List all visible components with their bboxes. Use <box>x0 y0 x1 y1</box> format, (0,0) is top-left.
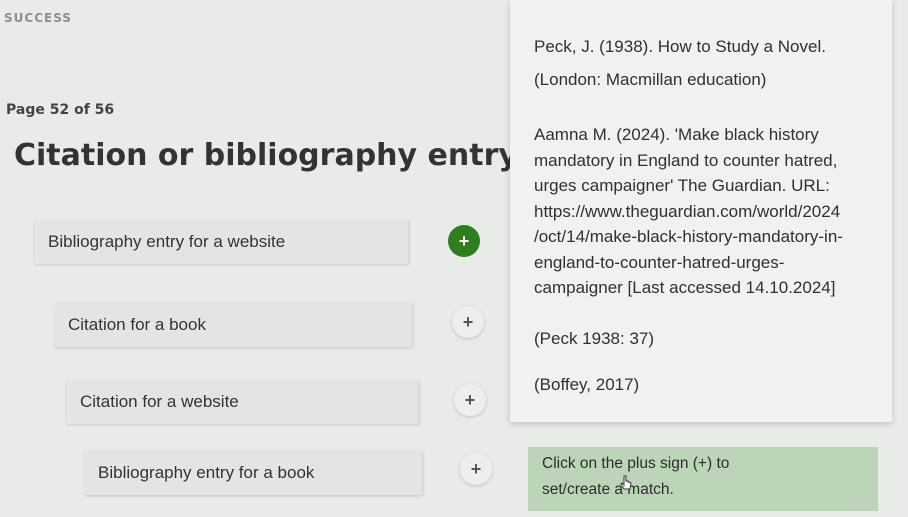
answer-line: campaigner [Last accessed 14.10.2024] <box>534 278 836 297</box>
answer-line: mandatory in England to counter hatred, <box>534 150 838 170</box>
answer-peck-bibliography[interactable]: Peck, J. (1938). How to Study a Novel. (… <box>534 34 826 92</box>
answer-line: england-to-counter-hatred-urges- <box>534 252 785 272</box>
plus-button-citation-website[interactable]: + <box>454 384 486 416</box>
row-label: Citation for a website <box>80 392 239 411</box>
row-label: Citation for a book <box>68 315 206 334</box>
row-label: Bibliography entry for a website <box>48 232 286 251</box>
answer-line: (Boffey, 2017) <box>534 375 640 394</box>
instruction-line-1: Click on the plus sign (+) to <box>542 455 730 472</box>
plus-button-citation-book[interactable]: + <box>452 306 484 338</box>
logo-text: SUCCESS <box>4 11 72 25</box>
row-bibliography-website[interactable]: Bibliography entry for a website <box>34 220 408 264</box>
answer-peck-citation[interactable]: (Peck 1938: 37) <box>534 326 654 352</box>
row-bibliography-book[interactable]: Bibliography entry for a book <box>84 451 422 495</box>
instruction-line-2: set/create a match. <box>542 481 674 498</box>
plus-button-bibliography-book[interactable]: + <box>460 453 492 485</box>
answer-line: Peck, J. (1938). How to Study a Novel. <box>534 37 826 56</box>
answer-guardian-bibliography[interactable]: Aamna M. (2024). 'Make black history man… <box>534 122 843 301</box>
answer-line: (London: Macmillan education) <box>534 69 767 89</box>
answer-boffey-citation[interactable]: (Boffey, 2017) <box>534 372 639 398</box>
answer-line: urges campaigner' The Guardian. URL: <box>534 176 830 195</box>
hand-pointer-icon <box>620 475 632 490</box>
plus-button-bibliography-website[interactable]: + <box>448 225 480 257</box>
success-logo: SUCCESS <box>4 6 72 25</box>
answer-line: Aamna M. (2024). 'Make black history <box>534 125 819 144</box>
page-title: Citation or bibliography entry? <box>14 138 514 173</box>
answer-line: https://www.theguardian.com/world/2024 <box>534 201 841 221</box>
answer-line: /oct/14/make-black-history-mandatory-in- <box>534 227 843 246</box>
page-indicator: Page 52 of 56 <box>6 102 115 118</box>
answer-line: (Peck 1938: 37) <box>534 329 655 348</box>
row-citation-website[interactable]: Citation for a website <box>66 380 418 424</box>
row-label: Bibliography entry for a book <box>98 463 315 482</box>
instruction-box: Click on the plus sign (+) to set/create… <box>528 447 878 511</box>
row-citation-book[interactable]: Citation for a book <box>54 303 412 347</box>
